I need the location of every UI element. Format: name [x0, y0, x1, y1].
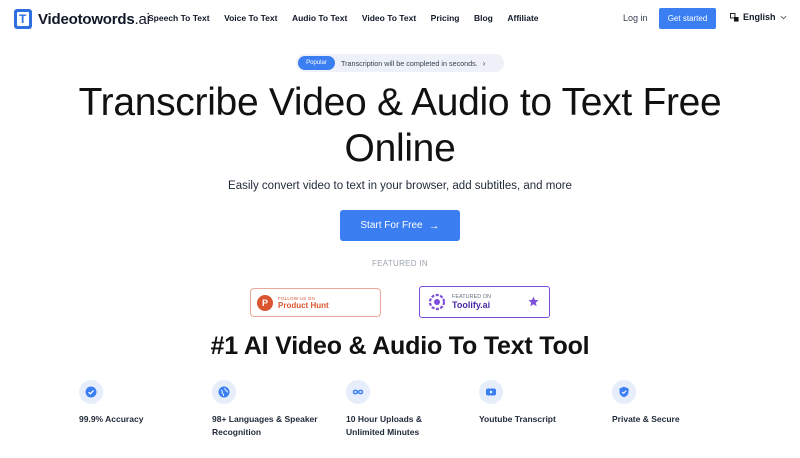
- feature-label: Private & Secure: [612, 414, 680, 424]
- shield-check-icon: [612, 380, 636, 404]
- feature-accuracy: 99.9% Accuracy: [79, 380, 199, 426]
- site-logo[interactable]: T Videotowords.ai: [14, 9, 150, 29]
- language-label: English: [743, 12, 776, 22]
- feature-uploads: 10 Hour Uploads & Unlimited Minutes: [346, 380, 431, 439]
- check-badge-icon: [79, 380, 103, 404]
- announcement-badge[interactable]: Popular Transcription will be completed …: [296, 54, 504, 72]
- language-selector[interactable]: English: [730, 12, 787, 22]
- nav-link-audio-to-text[interactable]: Audio To Text: [292, 13, 347, 23]
- nav-link-affiliate[interactable]: Affiliate: [507, 13, 538, 23]
- chevron-right-icon: ›: [482, 58, 486, 68]
- globe-icon: [212, 380, 236, 404]
- infinity-icon: [346, 380, 370, 404]
- feature-label: Youtube Transcript: [479, 414, 556, 424]
- feature-label: 10 Hour Uploads & Unlimited Minutes: [346, 414, 423, 437]
- logo-icon: T: [14, 9, 32, 29]
- badge-text: Transcription will be completed in secon…: [341, 58, 478, 68]
- nav-link-voice-to-text[interactable]: Voice To Text: [224, 13, 277, 23]
- start-button-label: Start For Free: [360, 220, 423, 231]
- top-navbar: T Videotowords.ai Speech To Text Voice T…: [0, 0, 800, 38]
- chevron-down-icon: [780, 15, 786, 19]
- product-hunt-badge[interactable]: P FOLLOW US ON Product Hunt: [250, 288, 381, 317]
- product-hunt-name: Product Hunt: [278, 300, 329, 310]
- start-for-free-button[interactable]: Start For Free →: [340, 210, 460, 241]
- star-icon: [528, 296, 539, 307]
- popular-pill: Popular: [298, 56, 335, 70]
- youtube-icon: [479, 380, 503, 404]
- feature-label: 98+ Languages & Speaker Recognition: [212, 414, 318, 437]
- feature-youtube: Youtube Transcript: [479, 380, 599, 426]
- hero-subtitle: Easily convert video to text in your bro…: [228, 180, 572, 192]
- feature-label: 99.9% Accuracy: [79, 414, 144, 424]
- featured-in-label: FEATURED IN: [371, 259, 429, 268]
- nav-links: Speech To Text Voice To Text Audio To Te…: [148, 13, 553, 23]
- nav-link-blog[interactable]: Blog: [474, 13, 493, 23]
- logo-text: Videotowords.ai: [38, 10, 150, 28]
- login-link[interactable]: Log in: [623, 13, 648, 23]
- product-hunt-logo-icon: P: [257, 294, 273, 311]
- feature-privacy: Private & Secure: [612, 380, 732, 426]
- nav-link-video-to-text[interactable]: Video To Text: [362, 13, 416, 23]
- nav-link-pricing[interactable]: Pricing: [431, 13, 460, 23]
- arrow-right-icon: →: [428, 219, 440, 232]
- feature-languages: 98+ Languages & Speaker Recognition: [212, 380, 327, 439]
- nav-link-speech-to-text[interactable]: Speech To Text: [148, 13, 210, 23]
- get-started-button[interactable]: Get started: [659, 8, 716, 29]
- section-title: #1 AI Video & Audio To Text Tool: [210, 332, 590, 360]
- toolify-logo-icon: [428, 293, 446, 311]
- toolify-name: Toolify.ai: [452, 300, 491, 310]
- translate-icon: [730, 12, 739, 22]
- toolify-badge[interactable]: FEATURED ON Toolify.ai: [419, 286, 550, 318]
- hero-title: Transcribe Video & Audio to Text Free On…: [78, 81, 722, 170]
